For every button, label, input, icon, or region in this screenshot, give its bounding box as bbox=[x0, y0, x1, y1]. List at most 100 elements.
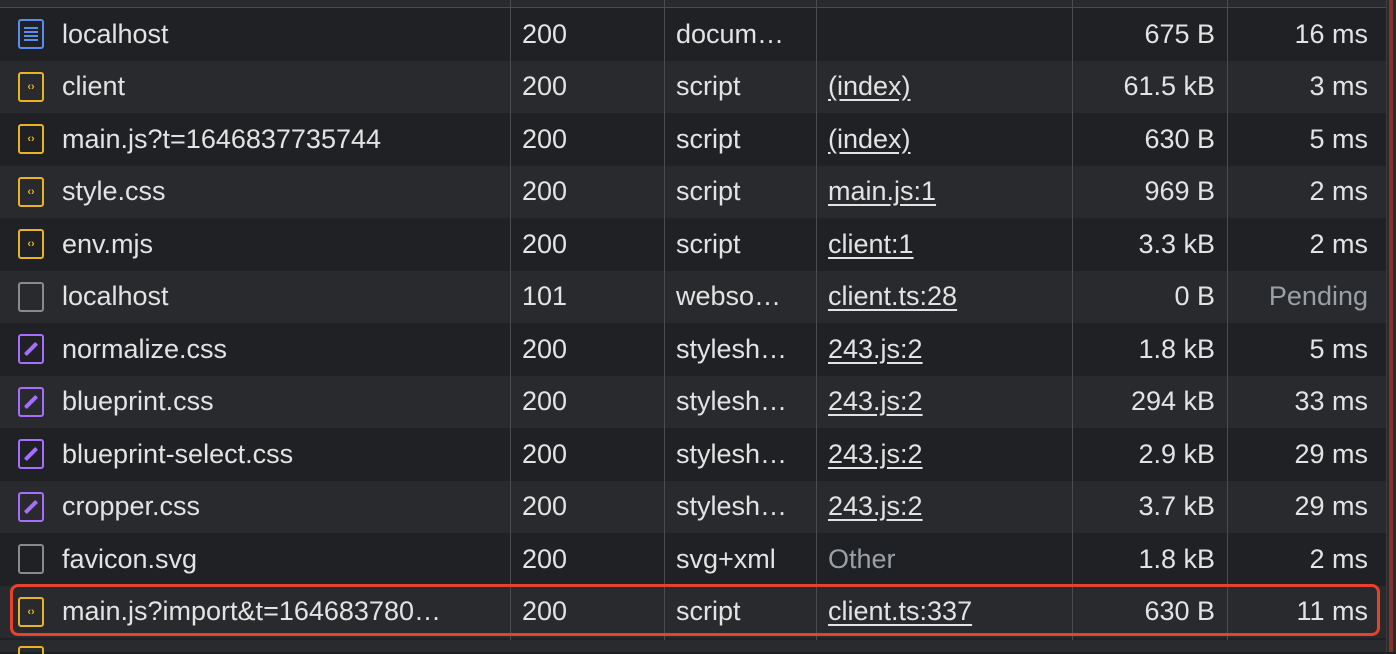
time-cell: 5 ms bbox=[1309, 123, 1368, 154]
request-name[interactable]: blueprint.css bbox=[62, 386, 214, 417]
size-cell: 2.9 kB bbox=[1138, 438, 1215, 469]
stylesheet-icon bbox=[18, 439, 44, 470]
script-icon bbox=[18, 646, 44, 654]
request-name[interactable]: env.mjs bbox=[62, 229, 153, 260]
name-cell[interactable]: normalize.css bbox=[0, 323, 510, 376]
initiator-link[interactable]: 243.js:2 bbox=[828, 439, 923, 470]
request-name[interactable]: favicon.svg bbox=[62, 544, 197, 575]
name-cell[interactable]: ‹› env.mjs bbox=[0, 218, 510, 271]
size-cell: 630 B bbox=[1144, 123, 1215, 154]
size-cell: 294 kB bbox=[1130, 386, 1215, 417]
request-name[interactable]: localhost bbox=[62, 19, 169, 50]
initiator-cell[interactable]: 243.js:2 bbox=[816, 323, 1072, 376]
table-row[interactable]: cropper.css 200 stylesh… 243.js:2 3.7 kB 29 m… bbox=[0, 480, 1386, 534]
initiator-link[interactable]: 243.js:2 bbox=[828, 386, 923, 417]
request-name[interactable]: localhost bbox=[62, 281, 169, 312]
initiator-cell bbox=[816, 8, 1072, 61]
initiator-cell[interactable]: client.ts:337 bbox=[816, 586, 1072, 639]
request-name[interactable]: main.js?import&t=164683780… bbox=[62, 596, 441, 627]
scrollbar-thumb[interactable] bbox=[1389, 0, 1393, 652]
status-cell: 200 bbox=[522, 123, 568, 154]
table-row[interactable]: localhost 101 webso… client.ts:28 0 B Pending bbox=[0, 270, 1386, 324]
table-row[interactable]: ‹› main.js?import&t=164683780… 200 script cl… bbox=[0, 585, 1386, 639]
column-divider[interactable] bbox=[510, 0, 511, 652]
column-divider[interactable] bbox=[816, 0, 817, 652]
status-cell: 200 bbox=[522, 596, 568, 627]
status-cell: 200 bbox=[522, 176, 568, 207]
name-cell[interactable]: cropper.css bbox=[0, 481, 510, 534]
initiator-link[interactable]: client:1 bbox=[828, 229, 914, 260]
name-cell[interactable]: localhost bbox=[0, 271, 510, 324]
type-cell: script bbox=[676, 123, 741, 154]
table-row[interactable]: normalize.css 200 stylesh… 243.js:2 1.8 kB 5 … bbox=[0, 323, 1386, 376]
initiator-link[interactable]: (index) bbox=[828, 71, 911, 102]
table-row[interactable]: blueprint-select.css 200 stylesh… 243.js:2 2… bbox=[0, 428, 1386, 481]
table-row[interactable]: favicon.svg 200 svg+xml Other 1.8 kB 2 ms bbox=[0, 533, 1386, 586]
initiator-cell[interactable]: 243.js:2 bbox=[816, 376, 1072, 429]
time-cell: 3 ms bbox=[1309, 71, 1368, 102]
size-cell: 1.8 kB bbox=[1138, 543, 1215, 574]
table-row[interactable]: ‹› env.mjs 200 script client:1 3.3 kB 2 ms bbox=[0, 218, 1386, 271]
time-cell: 2 ms bbox=[1309, 176, 1368, 207]
initiator-link[interactable]: client.ts:337 bbox=[828, 596, 972, 627]
initiator-cell: Other bbox=[816, 533, 1072, 586]
request-name[interactable]: normalize.css bbox=[62, 334, 227, 365]
status-cell: 101 bbox=[522, 281, 568, 312]
name-cell[interactable]: localhost bbox=[0, 8, 510, 61]
initiator-text: Other bbox=[828, 543, 896, 574]
table-row[interactable]: localhost 200 docum… 675 B 16 ms bbox=[0, 8, 1386, 61]
table-row[interactable]: ‹› client 200 script (index) 61.5 kB 3 ms bbox=[0, 60, 1386, 114]
type-cell: script bbox=[676, 228, 741, 259]
request-name[interactable]: cropper.css bbox=[62, 491, 200, 522]
column-divider[interactable] bbox=[1072, 0, 1073, 652]
initiator-cell[interactable]: (index) bbox=[816, 113, 1072, 166]
type-cell: webso… bbox=[676, 281, 782, 312]
script-icon: ‹› bbox=[18, 124, 44, 155]
request-name[interactable]: client bbox=[62, 71, 125, 102]
size-cell: 1.8 kB bbox=[1138, 333, 1215, 364]
status-cell: 200 bbox=[522, 543, 568, 574]
initiator-cell[interactable]: main.js:1 bbox=[816, 166, 1072, 219]
initiator-cell[interactable]: client:1 bbox=[816, 218, 1072, 271]
status-cell: 200 bbox=[522, 18, 568, 49]
time-cell: 16 ms bbox=[1294, 18, 1368, 49]
time-cell: 29 ms bbox=[1294, 438, 1368, 469]
initiator-link[interactable]: client.ts:28 bbox=[828, 281, 957, 312]
initiator-link[interactable]: main.js:1 bbox=[828, 176, 936, 207]
initiator-link[interactable]: 243.js:2 bbox=[828, 334, 923, 365]
table-row[interactable] bbox=[0, 640, 1386, 652]
name-cell[interactable]: blueprint-select.css bbox=[0, 428, 510, 481]
initiator-link[interactable]: 243.js:2 bbox=[828, 491, 923, 522]
initiator-cell[interactable]: client.ts:28 bbox=[816, 271, 1072, 324]
time-cell: Pending bbox=[1268, 281, 1368, 312]
time-cell: 33 ms bbox=[1294, 386, 1368, 417]
request-name[interactable]: style.css bbox=[62, 176, 166, 207]
name-cell[interactable]: ‹› main.js?t=1646837735744 bbox=[0, 113, 510, 166]
vertical-scrollbar[interactable] bbox=[1386, 0, 1396, 652]
name-cell[interactable]: ‹› client bbox=[0, 61, 510, 114]
request-name[interactable]: blueprint-select.css bbox=[62, 439, 293, 470]
table-row[interactable]: ‹› style.css 200 script main.js:1 969 B 2 ms bbox=[0, 165, 1386, 219]
script-icon: ‹› bbox=[18, 229, 44, 260]
status-cell: 200 bbox=[522, 438, 568, 469]
name-cell[interactable]: blueprint.css bbox=[0, 376, 510, 429]
column-divider[interactable] bbox=[1227, 0, 1228, 652]
script-icon: ‹› bbox=[18, 176, 44, 207]
status-cell: 200 bbox=[522, 386, 568, 417]
table-row[interactable]: ‹› main.js?t=1646837735744 200 script (index… bbox=[0, 113, 1386, 166]
column-divider[interactable] bbox=[664, 0, 665, 652]
initiator-cell[interactable]: 243.js:2 bbox=[816, 428, 1072, 481]
table-row[interactable]: blueprint.css 200 stylesh… 243.js:2 294 kB 33… bbox=[0, 375, 1386, 429]
type-cell: stylesh… bbox=[676, 333, 788, 364]
time-cell: 11 ms bbox=[1296, 596, 1368, 627]
initiator-cell[interactable]: (index) bbox=[816, 61, 1072, 114]
request-name[interactable]: main.js?t=1646837735744 bbox=[62, 124, 381, 155]
name-cell[interactable]: favicon.svg bbox=[0, 533, 510, 586]
initiator-link[interactable]: (index) bbox=[828, 124, 911, 155]
time-cell: 2 ms bbox=[1309, 543, 1368, 574]
size-cell: 969 B bbox=[1144, 176, 1215, 207]
name-cell[interactable]: ‹› style.css bbox=[0, 166, 510, 219]
stylesheet-icon bbox=[18, 491, 44, 522]
name-cell[interactable]: ‹› main.js?import&t=164683780… bbox=[0, 586, 510, 639]
initiator-cell[interactable]: 243.js:2 bbox=[816, 481, 1072, 534]
